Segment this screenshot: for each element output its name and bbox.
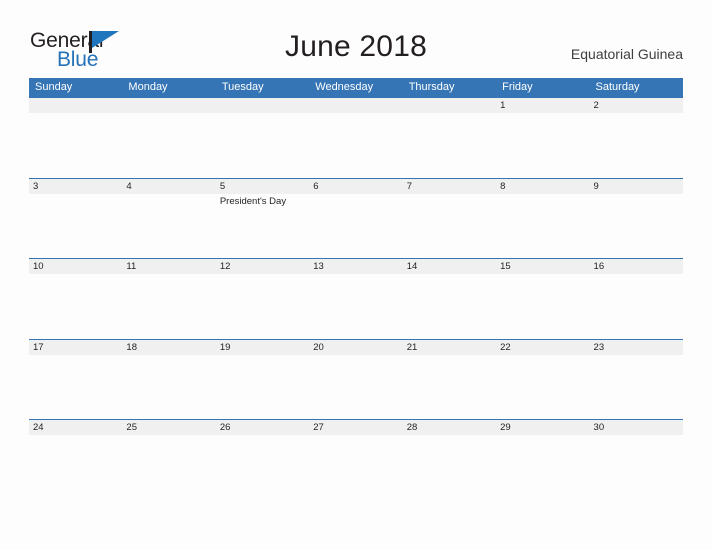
day-cell[interactable]	[122, 194, 215, 258]
day-number[interactable]: 13	[309, 259, 402, 274]
calendar-week-row: 1 2	[29, 97, 683, 178]
day-number-band: 24 25 26 27 28 29 30	[29, 420, 683, 435]
day-number[interactable]	[122, 98, 215, 113]
day-cell[interactable]	[496, 194, 589, 258]
day-cell[interactable]	[29, 113, 122, 177]
day-cell[interactable]	[590, 355, 683, 419]
day-cell[interactable]	[29, 355, 122, 419]
calendar-grid: Sunday Monday Tuesday Wednesday Thursday…	[29, 78, 683, 500]
day-number[interactable]: 20	[309, 340, 402, 355]
day-cell[interactable]	[590, 435, 683, 499]
day-cell[interactable]	[590, 274, 683, 338]
calendar-week-row: 17 18 19 20 21 22 23	[29, 338, 683, 420]
calendar-week-row: 10 11 12 13 14 15 16	[29, 258, 683, 339]
calendar-week-row: 3 4 5 6 7 8 9 President's Day	[29, 177, 683, 259]
region-label: Equatorial Guinea	[570, 46, 683, 62]
weekday-friday: Friday	[502, 81, 533, 93]
weekday-thursday: Thursday	[408, 81, 455, 93]
day-event-band	[29, 113, 683, 177]
day-number[interactable]: 3	[29, 179, 122, 194]
day-number[interactable]: 30	[590, 420, 683, 435]
day-cell[interactable]	[29, 274, 122, 338]
weekday-header-row: Sunday Monday Tuesday Wednesday Thursday…	[29, 78, 683, 97]
day-cell[interactable]	[216, 355, 309, 419]
day-number[interactable]: 24	[29, 420, 122, 435]
calendar-page: General Blue June 2018 Equatorial Guinea…	[0, 0, 712, 550]
day-number[interactable]: 28	[403, 420, 496, 435]
day-cell[interactable]	[403, 435, 496, 499]
day-cell[interactable]	[309, 113, 402, 177]
day-cell[interactable]	[122, 274, 215, 338]
day-event-band	[29, 435, 683, 499]
day-cell[interactable]	[122, 355, 215, 419]
day-number[interactable]: 27	[309, 420, 402, 435]
day-cell[interactable]	[590, 194, 683, 258]
day-number[interactable]: 17	[29, 340, 122, 355]
day-cell[interactable]	[29, 194, 122, 258]
day-number[interactable]: 9	[590, 179, 683, 194]
day-cell[interactable]	[309, 435, 402, 499]
day-cell[interactable]	[403, 113, 496, 177]
day-cell[interactable]	[403, 274, 496, 338]
day-number[interactable]: 4	[122, 179, 215, 194]
weekday-monday: Monday	[128, 81, 168, 93]
day-number[interactable]: 7	[403, 179, 496, 194]
day-number[interactable]	[216, 98, 309, 113]
day-cell[interactable]	[496, 113, 589, 177]
day-cell[interactable]	[496, 355, 589, 419]
day-number[interactable]: 12	[216, 259, 309, 274]
day-event-band: President's Day	[29, 194, 683, 258]
day-number[interactable]: 26	[216, 420, 309, 435]
day-cell[interactable]	[309, 274, 402, 338]
day-number-band: 1 2	[29, 98, 683, 113]
weekday-saturday: Saturday	[595, 81, 640, 93]
day-cell[interactable]	[122, 113, 215, 177]
day-cell[interactable]	[309, 194, 402, 258]
day-number[interactable]: 19	[216, 340, 309, 355]
day-cell[interactable]	[216, 274, 309, 338]
day-cell[interactable]	[216, 113, 309, 177]
day-number[interactable]: 11	[122, 259, 215, 274]
day-number[interactable]	[309, 98, 402, 113]
day-number-band: 3 4 5 6 7 8 9	[29, 178, 683, 194]
weekday-wednesday: Wednesday	[315, 81, 374, 93]
day-cell[interactable]	[216, 435, 309, 499]
day-cell[interactable]	[309, 355, 402, 419]
weekday-sunday: Sunday	[35, 81, 73, 93]
day-cell[interactable]: President's Day	[216, 194, 309, 258]
day-cell[interactable]	[403, 355, 496, 419]
day-cell[interactable]	[496, 435, 589, 499]
calendar-week-row: 24 25 26 27 28 29 30	[29, 419, 683, 500]
page-header: General Blue June 2018 Equatorial Guinea	[0, 0, 712, 76]
day-number[interactable]: 14	[403, 259, 496, 274]
day-cell[interactable]	[122, 435, 215, 499]
day-number[interactable]: 8	[496, 179, 589, 194]
day-cell[interactable]	[590, 113, 683, 177]
day-number[interactable]	[29, 98, 122, 113]
day-number[interactable]: 10	[29, 259, 122, 274]
day-number[interactable]: 25	[122, 420, 215, 435]
day-number[interactable]: 23	[590, 340, 683, 355]
day-cell[interactable]	[496, 274, 589, 338]
day-event-band	[29, 274, 683, 338]
day-number[interactable]: 21	[403, 340, 496, 355]
day-event: President's Day	[219, 195, 287, 207]
day-number[interactable]: 6	[309, 179, 402, 194]
day-number[interactable]: 16	[590, 259, 683, 274]
day-number[interactable]: 18	[122, 340, 215, 355]
day-number[interactable]: 29	[496, 420, 589, 435]
day-event-band	[29, 355, 683, 419]
day-cell[interactable]	[403, 194, 496, 258]
day-number[interactable]: 2	[590, 98, 683, 113]
day-number[interactable]: 5	[216, 179, 309, 194]
day-number-band: 10 11 12 13 14 15 16	[29, 259, 683, 274]
day-number[interactable]: 22	[496, 340, 589, 355]
day-number-band: 17 18 19 20 21 22 23	[29, 339, 683, 355]
day-cell[interactable]	[29, 435, 122, 499]
weekday-tuesday: Tuesday	[221, 81, 264, 93]
day-number[interactable]	[403, 98, 496, 113]
day-number[interactable]: 1	[496, 98, 589, 113]
day-number[interactable]: 15	[496, 259, 589, 274]
